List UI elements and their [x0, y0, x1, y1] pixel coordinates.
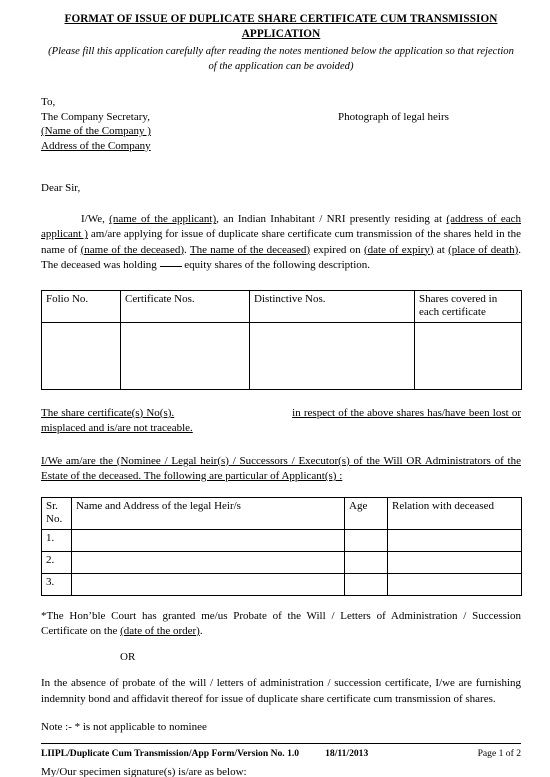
- table-row: 2.: [41, 550, 522, 574]
- address-company-address: Address of the Company: [41, 139, 151, 152]
- footer-row: LIIPL/Duplicate Cum Transmission/App For…: [41, 748, 521, 759]
- table-row: [41, 321, 522, 390]
- heirs-table-header-relation: Relation with deceased: [387, 496, 522, 530]
- lost-certificate-paragraph: The share certificate(s) No(s). in respec…: [41, 406, 521, 437]
- page-title: FORMAT OF ISSUE OF DUPLICATE SHARE CERTI…: [41, 12, 521, 42]
- address-block: To, The Company Secretary, (Name of the …: [41, 95, 521, 153]
- shares-table-cell-shares-covered[interactable]: [414, 321, 522, 390]
- absence-of-probate-paragraph: In the absence of probate of the will / …: [41, 677, 521, 705]
- specimen-signature-paragraph: My/Our specimen signature(s) is/are as b…: [41, 765, 247, 777]
- shares-table-cell-folio-no[interactable]: [41, 321, 121, 390]
- heirs-table-cell-age-3[interactable]: [344, 572, 388, 596]
- heirs-table-header-sr-no: Sr. No.: [41, 496, 72, 530]
- footer-reference: LIIPL/Duplicate Cum Transmission/App For…: [41, 748, 300, 759]
- shares-table-header-shares-covered: Shares covered in each certificate: [414, 289, 522, 323]
- heirs-table-cell-name-address-2[interactable]: [71, 550, 345, 574]
- body-seg-6: at: [433, 243, 449, 256]
- heirs-table-cell-sr-no-2: 2.: [41, 550, 72, 574]
- page-title-line-1: FORMAT OF ISSUE OF DUPLICATE SHARE CERTI…: [64, 13, 498, 25]
- salutation: Dear Sir,: [41, 182, 81, 195]
- court-paragraph-seg-2: .: [199, 624, 203, 637]
- page-subtitle: (Please fill this application carefully …: [48, 46, 514, 72]
- body-seg-2: , an Indian Inhabitant / NRI presently r…: [216, 213, 447, 226]
- heirs-table-cell-sr-no-1: 1.: [41, 528, 72, 552]
- court-paragraph-seg-1: *The Hon’ble Court has granted me/us Pro…: [41, 609, 521, 637]
- body-seg-8: equity shares of the following descripti…: [181, 258, 371, 271]
- body-seg-5: expired on: [310, 243, 364, 256]
- table-row: 3.: [41, 572, 522, 596]
- heirs-table-cell-age-2[interactable]: [344, 550, 388, 574]
- shares-table-header-certificate-nos: Certificate Nos.: [120, 289, 250, 323]
- lost-paragraph-seg-1: The share certificate(s) No(s).: [41, 406, 175, 419]
- address-company-name: (Name of the Company ): [41, 125, 151, 138]
- heirs-table-cell-relation-3[interactable]: [387, 572, 522, 596]
- photograph-of-legal-heirs-note: Photograph of legal heirs: [338, 110, 449, 123]
- table-header-row: Folio No. Certificate Nos. Distinctive N…: [41, 289, 522, 323]
- heirs-table-header-age: Age: [344, 496, 388, 530]
- shares-table-header-folio-no: Folio No.: [41, 289, 121, 323]
- note-paragraph: Note :- * is not applicable to nominee: [41, 720, 207, 733]
- shares-table-cell-distinctive-nos[interactable]: [249, 321, 415, 390]
- heirs-table-cell-name-address-3[interactable]: [71, 572, 345, 596]
- page-footer: LIIPL/Duplicate Cum Transmission/App For…: [41, 743, 521, 759]
- field-date-of-expiry[interactable]: (date of expiry): [364, 244, 434, 256]
- field-applicant-name[interactable]: (name of the applicant): [109, 213, 216, 225]
- field-number-of-shares[interactable]: [159, 265, 182, 267]
- heirs-table-header-name-address: Name and Address of the legal Heir/s: [71, 496, 345, 530]
- address-secretary: The Company Secretary,: [41, 110, 150, 123]
- shares-table-header-distinctive-nos: Distinctive Nos.: [249, 289, 415, 323]
- or-separator-label: OR: [120, 651, 136, 664]
- field-date-of-order[interactable]: (date of the order): [120, 625, 200, 637]
- heirs-table-cell-name-address-1[interactable]: [71, 528, 345, 552]
- heirs-table-cell-age-1[interactable]: [344, 528, 388, 552]
- document-page: FORMAT OF ISSUE OF DUPLICATE SHARE CERTI…: [0, 0, 550, 777]
- field-deceased-name-repeat[interactable]: The name of the deceased): [190, 244, 310, 256]
- page-title-line-2: APPLICATION: [241, 28, 321, 40]
- field-place-of-death[interactable]: (place of death): [448, 244, 518, 256]
- shares-table-cell-certificate-nos[interactable]: [120, 321, 250, 390]
- field-deceased-name[interactable]: (name of the deceased): [81, 244, 184, 256]
- address-to-label: To,: [41, 96, 56, 108]
- table-header-row: Sr. No. Name and Address of the legal He…: [41, 496, 522, 530]
- footer-date: 18/11/2013: [325, 748, 369, 759]
- footer-divider: [41, 743, 521, 744]
- heirs-table-cell-relation-2[interactable]: [387, 550, 522, 574]
- heirs-declaration-paragraph: I/We am/are the (Nominee / Legal heir(s)…: [41, 454, 521, 483]
- court-probate-paragraph: *The Hon’ble Court has granted me/us Pro…: [41, 609, 521, 639]
- heirs-table-cell-sr-no-3: 3.: [41, 572, 72, 596]
- table-row: 1.: [41, 528, 522, 552]
- legal-heirs-table: Sr. No. Name and Address of the legal He…: [41, 496, 522, 596]
- footer-page-number: Page 1 of 2: [477, 748, 521, 759]
- body-seg-1: I/We,: [81, 213, 110, 226]
- body-paragraph: I/We, (name of the applicant), an Indian…: [41, 212, 521, 272]
- shares-table: Folio No. Certificate Nos. Distinctive N…: [41, 289, 522, 390]
- heirs-table-cell-relation-1[interactable]: [387, 528, 522, 552]
